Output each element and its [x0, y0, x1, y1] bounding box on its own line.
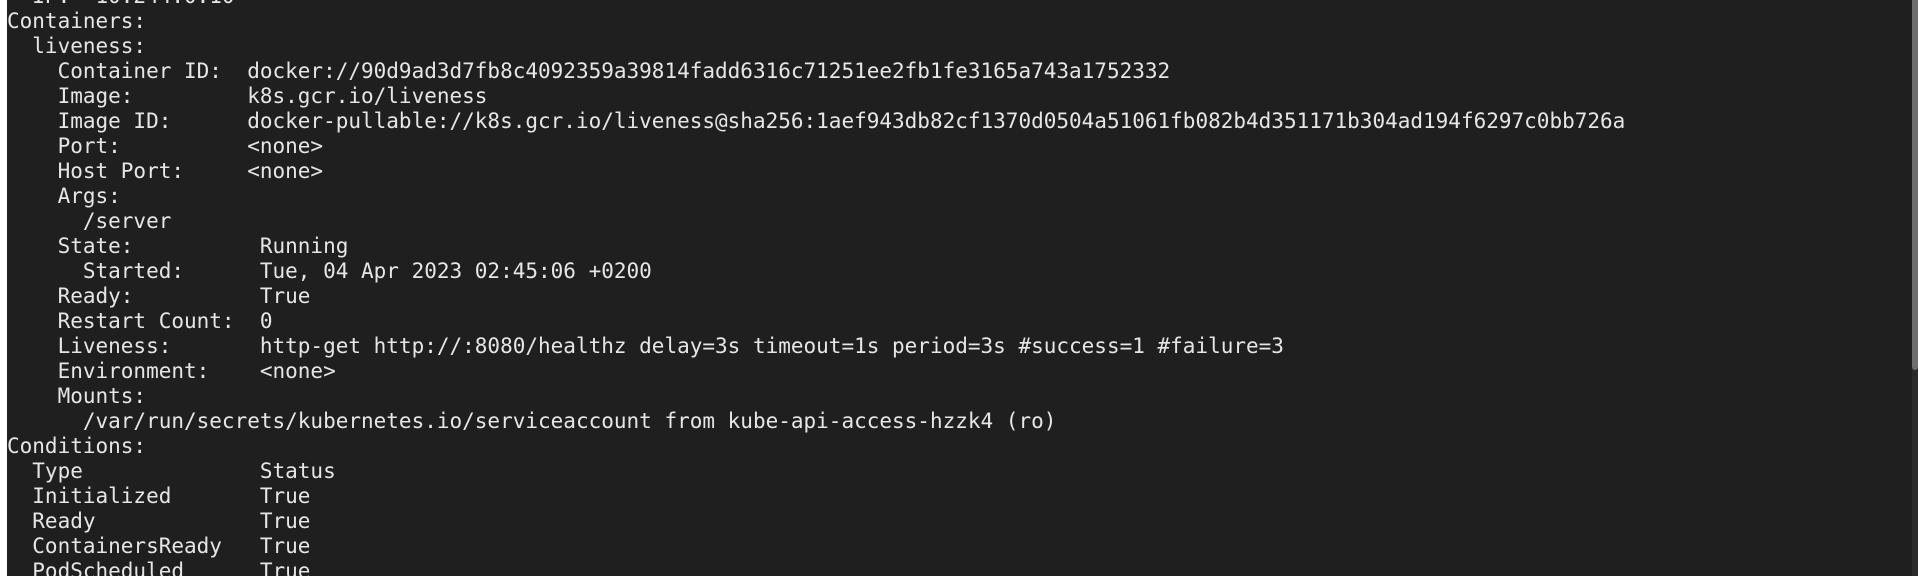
terminal-line: Image ID: docker-pullable://k8s.gcr.io/l… — [7, 109, 1626, 133]
terminal-line: Started: Tue, 04 Apr 2023 02:45:06 +0200 — [7, 259, 652, 283]
scrollbar-thumb[interactable] — [1912, 0, 1918, 370]
terminal-line: Type Status — [7, 459, 336, 483]
terminal-line: Conditions: — [7, 434, 147, 458]
terminal-line: Host Port: <none> — [7, 159, 324, 183]
terminal-line: Port: <none> — [7, 134, 324, 158]
terminal-line: Environment: <none> — [7, 359, 336, 383]
terminal-line: Containers: — [7, 9, 147, 33]
terminal-line: /var/run/secrets/kubernetes.io/serviceac… — [7, 409, 1057, 433]
terminal-output[interactable]: IP: 10.244.0.10Containers: liveness: Con… — [7, 0, 1918, 576]
terminal-line: Restart Count: 0 — [7, 309, 273, 333]
terminal-line: Initialized True — [7, 484, 311, 508]
terminal-window[interactable]: IP: 10.244.0.10Containers: liveness: Con… — [0, 0, 1918, 576]
window-edge — [0, 0, 7, 576]
terminal-text: IP: 10.244.0.10Containers: liveness: Con… — [7, 0, 1625, 576]
terminal-line: Ready: True — [7, 284, 311, 308]
terminal-line: /server — [7, 209, 172, 233]
terminal-line: Ready True — [7, 509, 311, 533]
terminal-line: Container ID: docker://90d9ad3d7fb8c4092… — [7, 59, 1171, 83]
terminal-line: liveness: — [7, 34, 147, 58]
terminal-line: Liveness: http-get http://:8080/healthz … — [7, 334, 1284, 358]
terminal-line: Image: k8s.gcr.io/liveness — [7, 84, 488, 108]
terminal-line: Mounts: — [7, 384, 147, 408]
terminal-line: Args: — [7, 184, 121, 208]
vertical-scrollbar[interactable] — [1912, 0, 1918, 576]
terminal-line: PodScheduled True — [7, 559, 311, 576]
terminal-line: State: Running — [7, 234, 349, 258]
terminal-line: ContainersReady True — [7, 534, 311, 558]
terminal-line: IP: 10.244.0.10 — [7, 0, 1625, 9]
